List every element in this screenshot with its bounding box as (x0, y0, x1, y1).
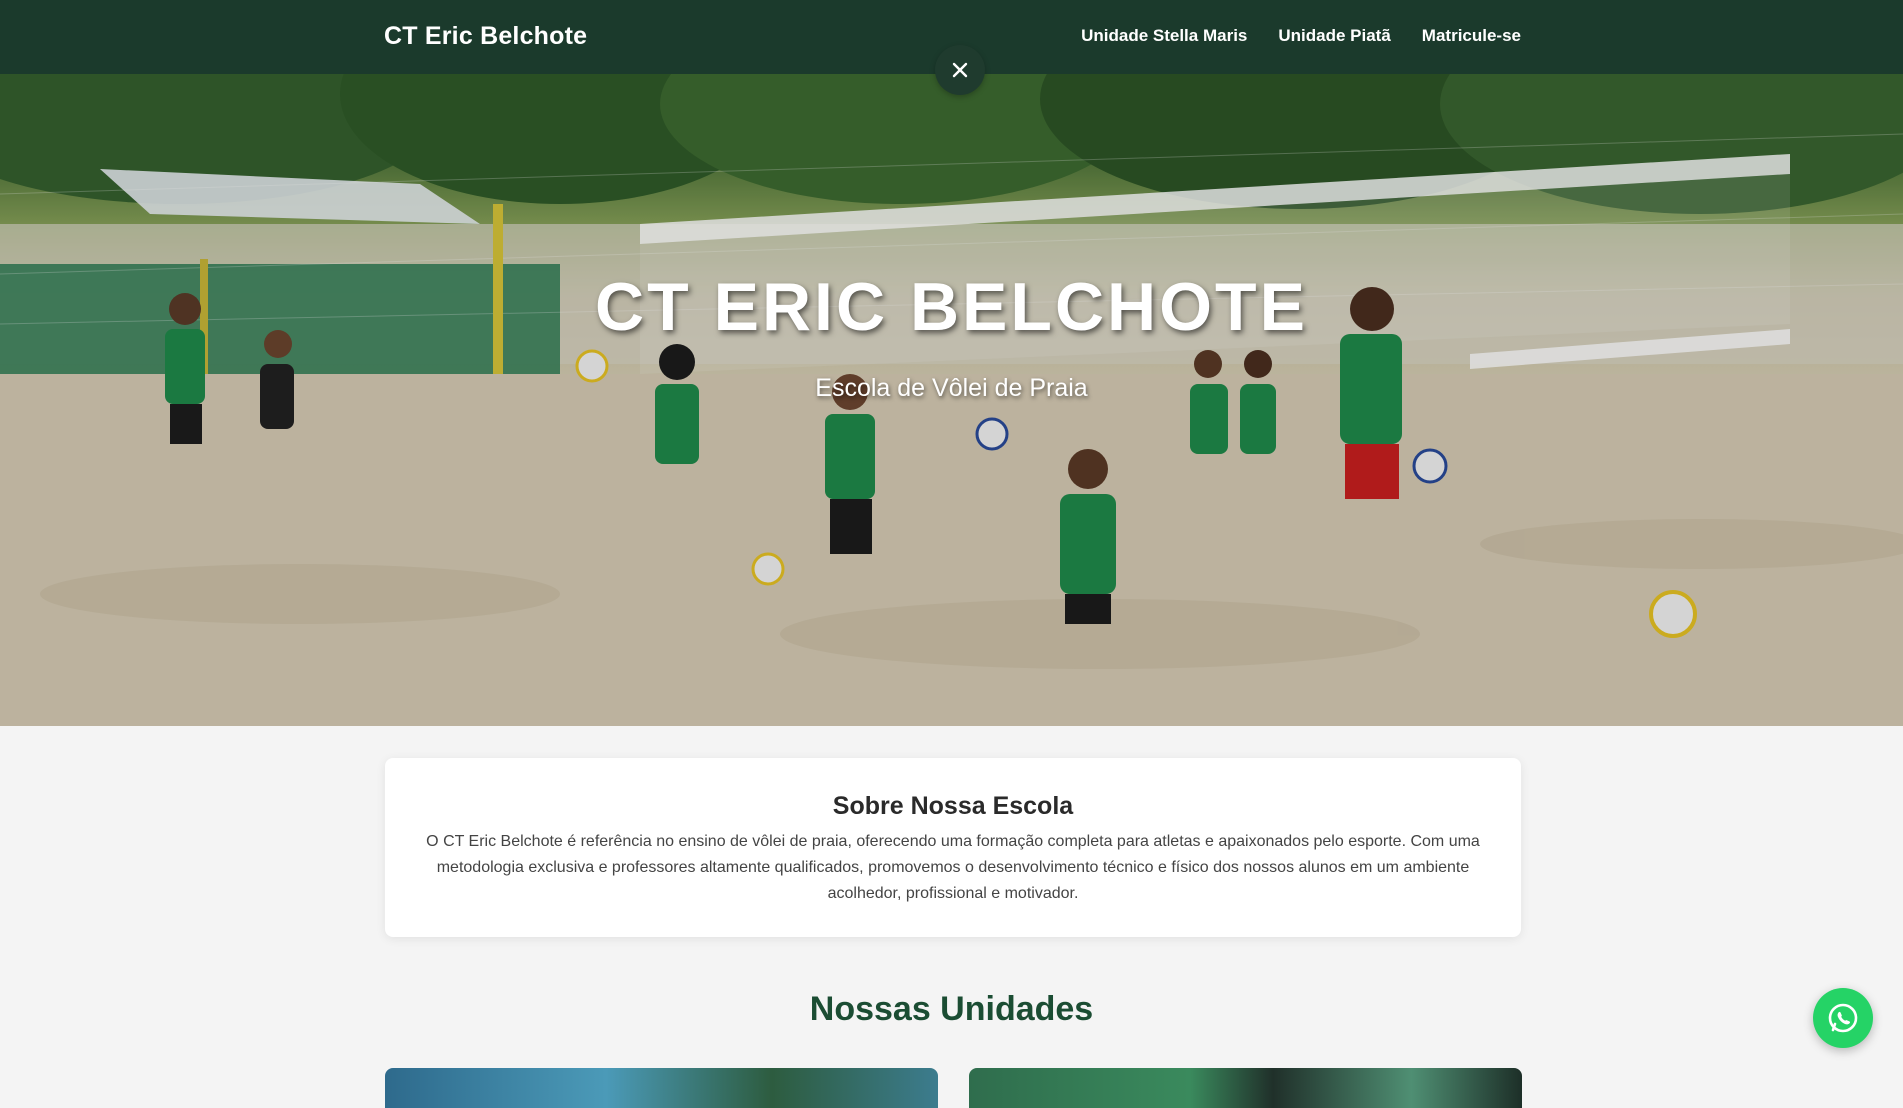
hero-banner: CT ERIC BELCHOTE Escola de Vôlei de Prai… (0, 74, 1903, 726)
nav-link-piata[interactable]: Unidade Piatã (1278, 26, 1390, 46)
close-button[interactable] (935, 45, 985, 95)
close-icon (952, 62, 968, 78)
whatsapp-icon (1828, 1003, 1858, 1033)
nav-link-stella-maris[interactable]: Unidade Stella Maris (1081, 26, 1247, 46)
whatsapp-button[interactable] (1813, 988, 1873, 1048)
units-section-title: Nossas Unidades (809, 990, 1094, 1028)
about-section-card: Sobre Nossa Escola O CT Eric Belchote é … (385, 758, 1521, 937)
hero-subtitle: Escola de Vôlei de Praia (815, 374, 1088, 402)
nav-link-matricule-se[interactable]: Matricule-se (1422, 26, 1521, 46)
about-title: Sobre Nossa Escola (832, 792, 1074, 820)
about-text: O CT Eric Belchote é referência no ensin… (426, 833, 1480, 902)
brand-logo-text[interactable]: CT Eric Belchote (384, 22, 587, 51)
unit-card-image-stella-maris[interactable] (385, 1068, 938, 1108)
unit-card-image-piata[interactable] (969, 1068, 1522, 1108)
main-nav: Unidade Stella Maris Unidade Piatã Matri… (1081, 26, 1521, 46)
hero-title: CT ERIC BELCHOTE (595, 269, 1308, 345)
